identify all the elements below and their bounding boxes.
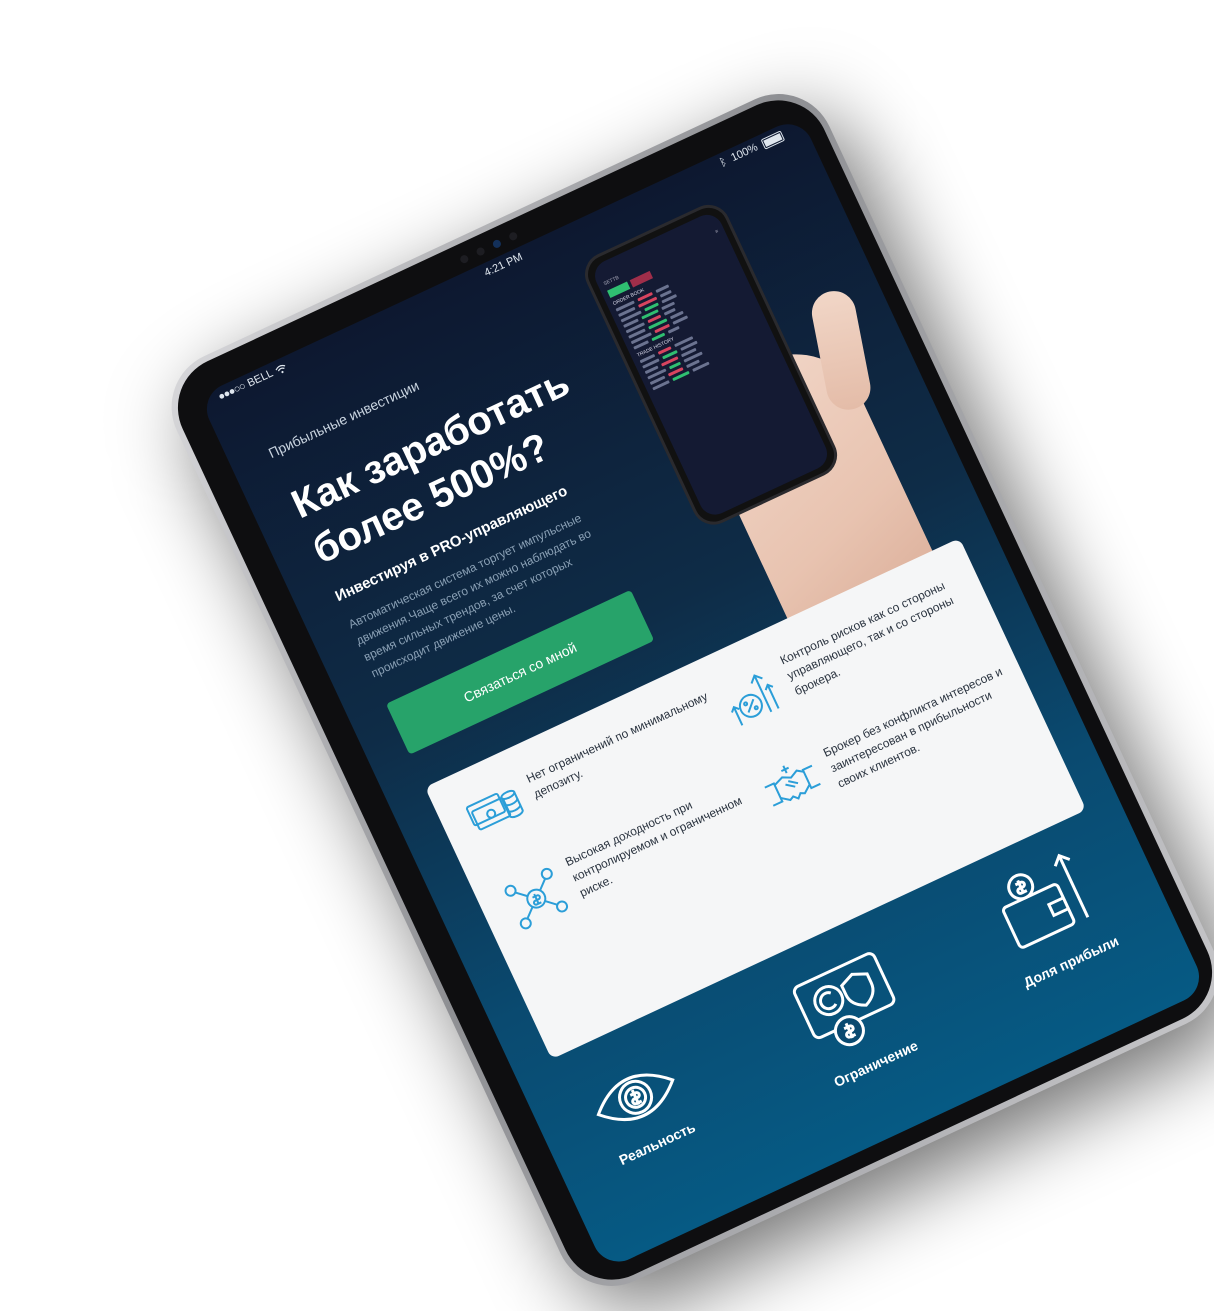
feature-text: Высокая доходность при контролируемом и …	[562, 793, 745, 900]
money-stack-icon	[465, 789, 524, 831]
network-dollar-icon	[504, 867, 569, 930]
feature-text: Нет ограничений по минимальному депозиту…	[524, 689, 710, 802]
percent-growth-icon	[731, 674, 780, 726]
carrier-name: BELL	[245, 367, 276, 390]
phone-app-screenshot: SETTB ≡ ORDER BOOK TRADE HISTORY	[589, 209, 833, 520]
bluetooth-icon: ᛒ	[717, 155, 729, 170]
wifi-icon	[275, 364, 286, 373]
camera-icon	[491, 238, 503, 250]
sensor-icon	[458, 253, 470, 265]
battery-icon	[760, 129, 785, 150]
status-time: 4:21 PM	[482, 251, 525, 280]
menu-icon: ≡	[714, 228, 720, 236]
signal-icon: ●●●○○	[216, 380, 248, 404]
tablet-device: ●●●○○ BELL 4:21 PM ᛒ 100% Прибыльные инв…	[153, 75, 1214, 1311]
status-right: ᛒ 100%	[717, 129, 785, 170]
battery-percent: 100%	[729, 141, 760, 165]
sensor-icon	[475, 246, 486, 257]
sensor-icon	[507, 230, 519, 242]
scene: ●●●○○ BELL 4:21 PM ᛒ 100% Прибыльные инв…	[0, 0, 1214, 1311]
feature-text: Брокер без конфликта интересов и заинтер…	[820, 664, 1005, 791]
handshake-icon	[764, 764, 821, 807]
status-left: ●●●○○ BELL	[216, 361, 288, 403]
